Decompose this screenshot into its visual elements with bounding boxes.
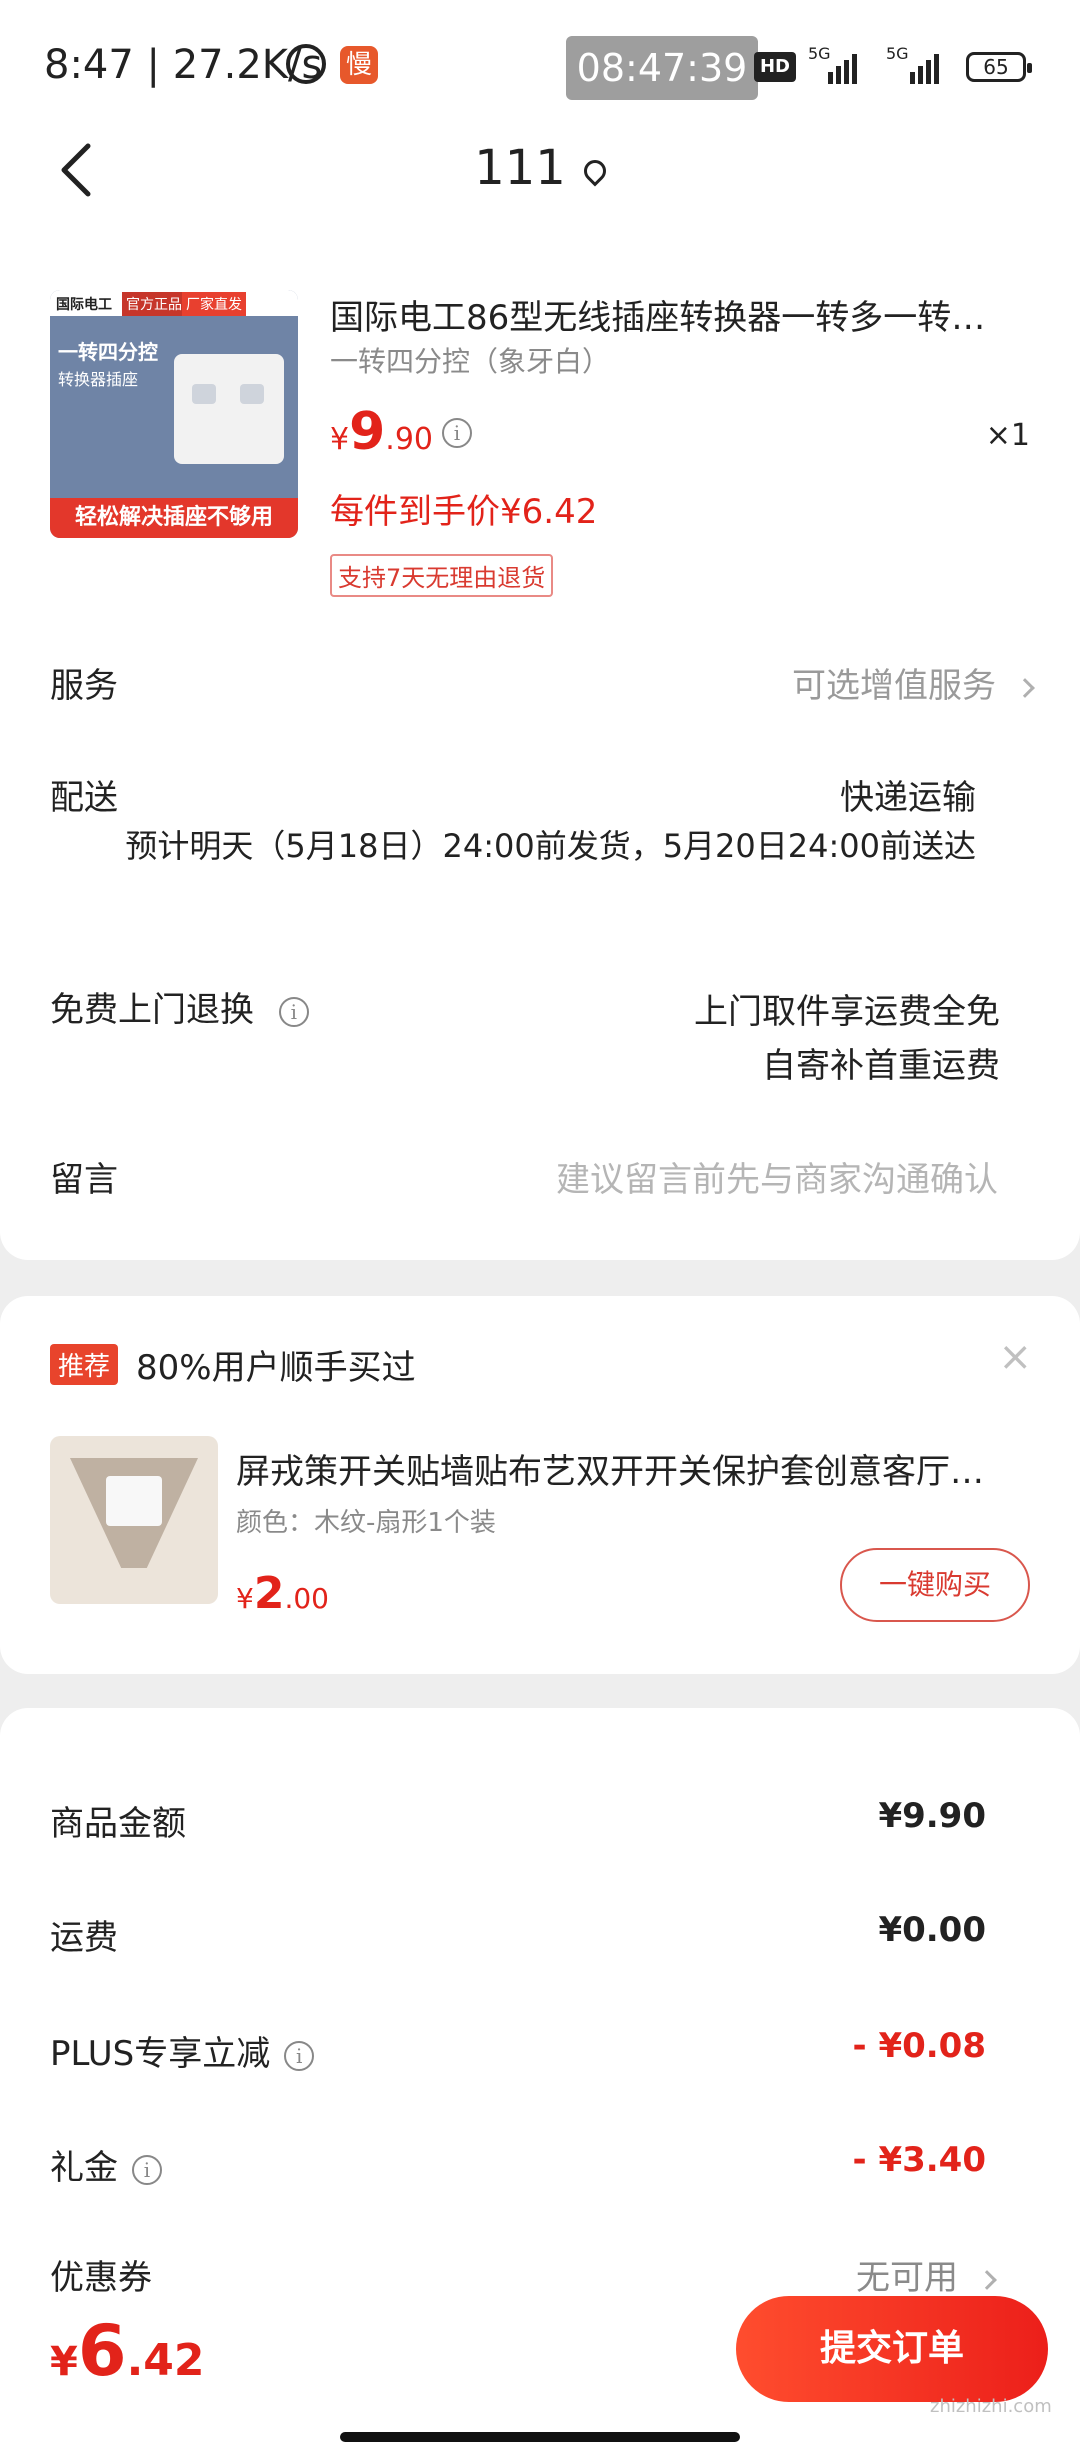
free-return-line2: 自寄补首重运费 xyxy=(762,1046,1000,1086)
location-pin-icon xyxy=(579,155,611,187)
quantity: ×1 xyxy=(985,418,1030,453)
product-spec: 一转四分控（象牙白） xyxy=(330,345,611,378)
recommend-title: 80%用户顺手买过 xyxy=(136,1348,416,1388)
service-option[interactable]: 可选增值服务 xyxy=(792,658,1035,707)
one-click-buy-button[interactable]: 一键购买 xyxy=(840,1548,1030,1622)
recommend-product-spec: 颜色：木纹-扇形1个装 xyxy=(236,1508,496,1538)
info-icon[interactable]: i xyxy=(284,2040,315,2071)
battery-icon: 65 xyxy=(966,52,1032,82)
recommend-image[interactable] xyxy=(50,1436,218,1604)
chevron-right-icon xyxy=(977,2269,997,2290)
status-bar: 8:47 | 27.2K/s 慢 08:47:39 HD 5G 5G 65 xyxy=(0,0,1080,130)
recommend-price: ¥2.00 xyxy=(236,1568,329,1619)
gift-money-row: 礼金 i - ¥3.40 xyxy=(50,2140,986,2188)
product-price: ¥9.90 xyxy=(330,402,433,462)
plus-discount-row: PLUS专享立减 i - ¥0.08 xyxy=(50,2026,986,2074)
signal-icon: 5G xyxy=(808,44,862,84)
status-time: 8:47 | 27.2K/s xyxy=(44,42,323,88)
signal-icon-2: 5G xyxy=(886,44,950,84)
free-return-label: 免费上门退换 i xyxy=(50,982,309,1031)
submit-order-button[interactable]: 提交订单 xyxy=(736,2296,1048,2402)
info-icon[interactable]: i xyxy=(278,996,309,1027)
return-policy-tag: 支持7天无理由退货 xyxy=(330,554,554,597)
hd-icon: HD xyxy=(754,52,796,82)
chevron-right-icon xyxy=(1015,677,1035,698)
service-label: 服务 xyxy=(50,666,118,706)
delivery-label: 配送 xyxy=(50,778,118,818)
info-icon[interactable]: i xyxy=(132,2154,162,2185)
message-label: 留言 xyxy=(50,1160,118,1200)
total-price: ¥6.42 xyxy=(50,2310,205,2392)
order-card: 111 国际电工 官方正品 厂家直发 一转四分控 转换器插座 轻松解决插座不够用… xyxy=(0,130,1080,1260)
alarm-icon xyxy=(286,44,326,84)
delivery-eta: 预计明天（5月18日）24:00前发货，5月20日24:00前送达 xyxy=(125,827,976,865)
message-input[interactable]: 建议留言前先与商家沟通确认 xyxy=(556,1152,998,1201)
recommend-card: 推荐 80%用户顺手买过 × 屏戎策开关贴墙贴布艺双开开关保护套创意客厅… 颜色… xyxy=(0,1296,1080,1674)
close-icon[interactable]: × xyxy=(998,1334,1032,1380)
goods-amount-row: 商品金额 ¥9.90 xyxy=(50,1796,986,1844)
product-image[interactable]: 国际电工 官方正品 厂家直发 一转四分控 转换器插座 轻松解决插座不够用 xyxy=(50,290,298,538)
delivery-method[interactable]: 快递运输 xyxy=(840,770,976,819)
shipping-row: 运费 ¥0.00 xyxy=(50,1910,986,1958)
recommend-badge: 推荐 xyxy=(50,1344,119,1385)
slow-badge-icon: 慢 xyxy=(340,46,378,84)
product-title[interactable]: 国际电工86型无线插座转换器一转多一转… xyxy=(330,290,1030,339)
status-clock: 08:47:39 xyxy=(566,36,758,100)
free-return-line1: 上门取件享运费全免 xyxy=(694,992,1000,1032)
home-indicator[interactable] xyxy=(340,2432,740,2442)
address-title[interactable]: 111 xyxy=(0,140,1080,196)
recommend-product-name[interactable]: 屏戎策开关贴墙贴布艺双开开关保护套创意客厅… xyxy=(236,1444,1026,1493)
price-info-icon[interactable]: i xyxy=(442,418,472,448)
watermark: zhizhizhi.com xyxy=(930,2396,1052,2417)
per-item-price: 每件到手价¥6.42 xyxy=(330,492,598,532)
